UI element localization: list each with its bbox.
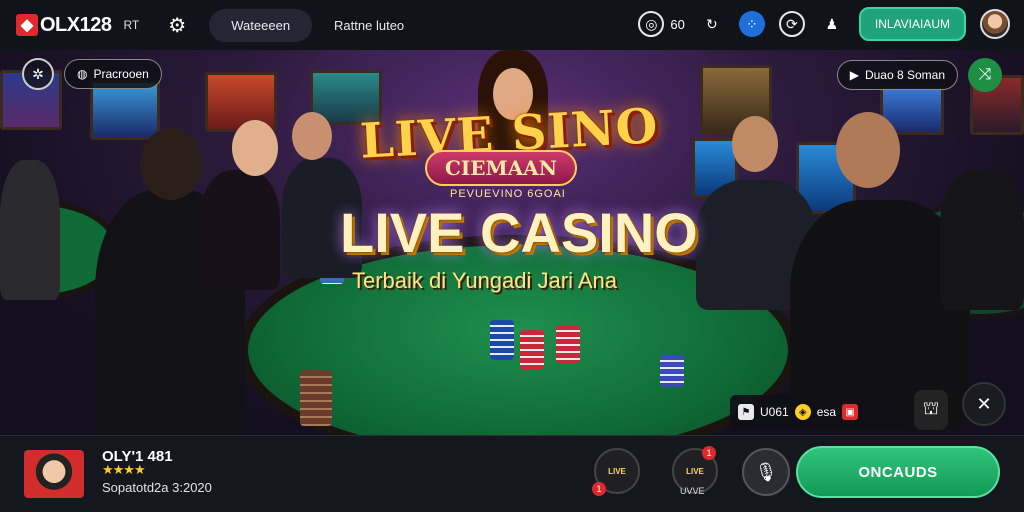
game-label: LIVE xyxy=(686,466,704,476)
nav-link[interactable]: Rattne luteo xyxy=(334,18,404,33)
flag-icon: ⚑ xyxy=(738,404,754,420)
user-meta: Sopatotd2a 3:2020 xyxy=(102,480,212,495)
coins-label: 60 xyxy=(670,16,685,32)
top-right-controls: ◎ 60 ↻ ⁘ ⟳ ♟ INLAVIAIAUM xyxy=(638,7,1010,41)
player-figure xyxy=(940,170,1024,310)
hero-subribbon: PEVUEVINO 6GOAI xyxy=(450,188,566,200)
compass-icon[interactable]: ✲ xyxy=(22,58,54,90)
play-icon: ▶ xyxy=(849,68,859,82)
chip-stack xyxy=(556,325,580,363)
hero-banner: ✲ ◍ Pracrooen ▶ Duao 8 Soman ⤨ LIVE SINO… xyxy=(0,50,1024,435)
game-caption: UVVE xyxy=(680,486,705,496)
practice-pill[interactable]: ◍ Pracrooen xyxy=(64,59,162,89)
top-bar: ◆ OLX128 RT ⚙ Wateeeen Rattne luteo ◎ 60… xyxy=(0,0,1024,50)
player-head xyxy=(232,120,278,176)
gift-icon: ▣ xyxy=(842,404,859,420)
logo-mark-icon: ◆ xyxy=(16,14,38,36)
notification-badge: 1 xyxy=(592,482,606,496)
coin-icon: ◎ xyxy=(638,11,665,37)
chip-stack xyxy=(490,320,514,360)
mini-right-text: esa xyxy=(816,405,837,419)
player-head xyxy=(732,116,778,172)
casino-app: ◆ OLX128 RT ⚙ Wateeeen Rattne luteo ◎ 60… xyxy=(0,0,1024,512)
logo-sub: RT xyxy=(123,18,140,32)
hero-tagline: Terbaik di Yungadi Jari Ana xyxy=(352,268,617,293)
logo-text: OLX128 xyxy=(40,13,112,36)
player-head xyxy=(292,112,332,160)
player-figure xyxy=(200,170,280,290)
refresh-icon[interactable]: ⟳ xyxy=(778,11,805,37)
hero-right-controls: ▶ Duao 8 Soman ⤨ xyxy=(836,58,1002,92)
notification-badge: 1 xyxy=(702,446,716,460)
nav-pill[interactable]: Wateeeen xyxy=(209,8,313,42)
user-avatar[interactable] xyxy=(24,450,84,498)
gear-icon[interactable]: ⚙ xyxy=(165,13,189,37)
chip-stack xyxy=(660,355,684,387)
mushroom-icon[interactable]: ⛫ xyxy=(914,390,948,430)
bottom-cta-button[interactable]: ONCAUDS xyxy=(796,446,1000,498)
duao-pill[interactable]: ▶ Duao 8 Soman xyxy=(836,60,958,90)
shuffle-icon[interactable]: ⤨ xyxy=(968,58,1002,92)
world-icon[interactable]: ⁘ xyxy=(738,11,765,37)
practice-label: Pracrooen xyxy=(93,67,149,81)
logo[interactable]: ◆ OLX128 RT xyxy=(16,14,139,37)
microphone-icon[interactable]: 🎙 xyxy=(742,448,790,496)
duao-label: Duao 8 Soman xyxy=(864,68,945,82)
avatar[interactable] xyxy=(980,9,1010,39)
player-head xyxy=(836,112,900,188)
rating-stars: ★★★★ xyxy=(102,462,146,477)
coin-icon: ◈ xyxy=(794,404,811,420)
coins-display[interactable]: ◎ 60 xyxy=(638,11,685,37)
swirl-icon[interactable]: ↻ xyxy=(699,11,725,37)
mini-left-text: U061 xyxy=(760,405,789,419)
hero-title-main: LIVE CASINO xyxy=(340,201,698,264)
player-figure xyxy=(0,160,60,300)
bottom-bar: OLY'1 481 ★★★★ Sopatotd2a 3:2020 LIVE 1 … xyxy=(0,435,1024,512)
chip-stack xyxy=(300,370,332,426)
hero-left-controls: ✲ ◍ Pracrooen xyxy=(22,58,162,90)
player-head xyxy=(140,128,202,200)
game-label: LIVE xyxy=(608,466,626,476)
mini-status-bar[interactable]: ⚑ U061 ◈ esa ▣ xyxy=(730,395,906,429)
tools-icon[interactable]: ✕ xyxy=(962,382,1006,426)
chat-icon: ◍ xyxy=(77,67,88,81)
hero-ribbon: CIEMAAN xyxy=(425,150,577,186)
user-icon[interactable]: ♟ xyxy=(819,11,845,37)
chip-stack xyxy=(520,330,544,370)
top-cta-button[interactable]: INLAVIAIAUM xyxy=(858,7,966,41)
